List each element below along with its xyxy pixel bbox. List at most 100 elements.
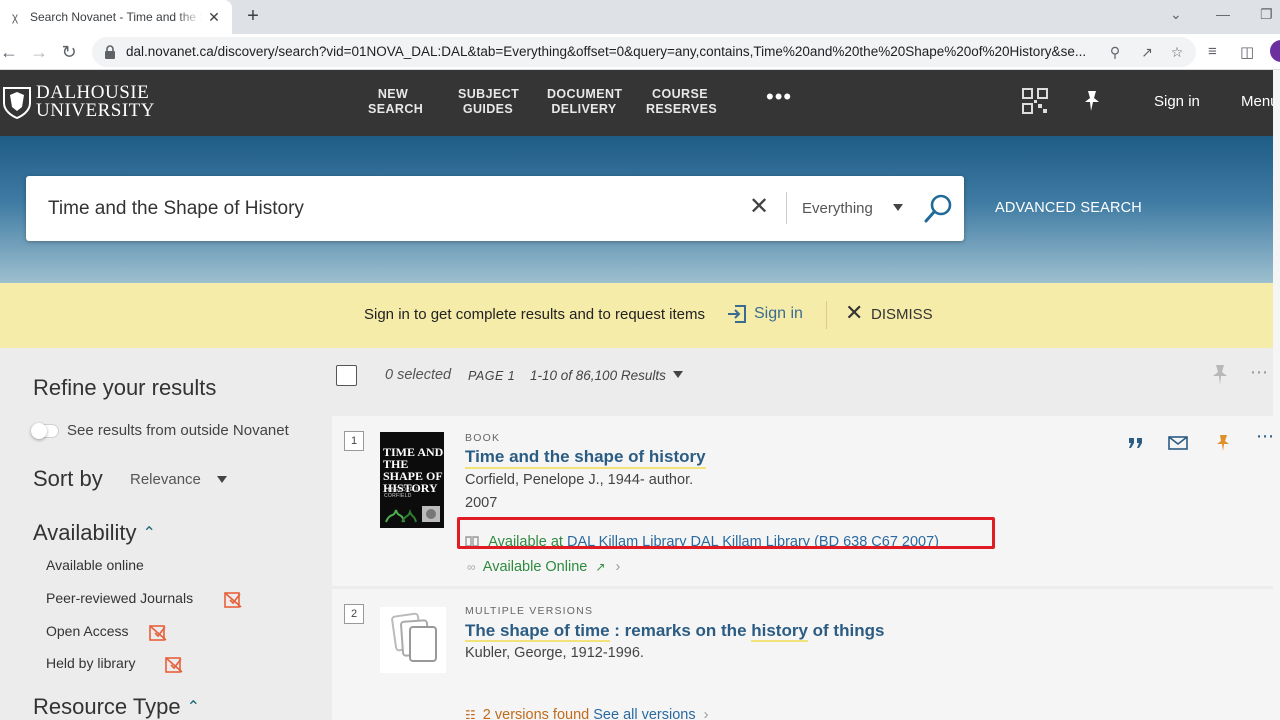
address-bar[interactable]: dal.novanet.ca/discovery/search?vid=01NO…	[92, 37, 1196, 67]
exclude-facet-icon[interactable]	[149, 623, 167, 641]
pin-record-icon[interactable]	[1213, 434, 1233, 452]
resource-type-heading[interactable]: Resource Type ⌃	[33, 694, 200, 720]
browser-tab-strip: χ Search Novanet - Time and the Shape of…	[0, 0, 1280, 34]
title-highlight: history	[751, 621, 808, 642]
select-all-checkbox[interactable]	[336, 365, 357, 386]
results-count-dropdown-icon[interactable]	[673, 371, 683, 378]
search-input[interactable]	[48, 194, 738, 224]
result-card: 1 TIME AND THE SHAPE OF HISTORY PENELOPE…	[332, 416, 1280, 586]
back-icon[interactable]: ←	[0, 41, 20, 63]
see-all-versions-link[interactable]: See all versions	[593, 707, 695, 720]
result-type: BOOK	[465, 432, 501, 444]
restore-icon[interactable]: ❐	[1260, 6, 1273, 23]
search-icon[interactable]	[923, 193, 953, 225]
advanced-search-link[interactable]: ADVANCED SEARCH	[995, 200, 1142, 216]
banner-dismiss-button[interactable]: DISMISS	[871, 306, 933, 323]
link-icon: ∞	[467, 560, 476, 574]
page-indicator: PAGE 1	[468, 369, 516, 383]
results-more-icon[interactable]: ⋯	[1250, 362, 1268, 383]
qr-code-icon[interactable]	[1022, 88, 1048, 114]
citation-icon[interactable]	[1126, 434, 1146, 452]
record-more-icon[interactable]: ⋯	[1256, 426, 1274, 447]
result-card: 2 MULTIPLE VERSIONS The shape of time : …	[332, 589, 1280, 720]
toggle-knob[interactable]	[31, 423, 47, 439]
versions-found: 2 versions found	[482, 707, 590, 720]
side-panel-icon[interactable]: ◫	[1240, 43, 1254, 61]
url-text: dal.novanet.ca/discovery/search?vid=01NO…	[126, 44, 1086, 59]
title-text: of things	[807, 621, 885, 640]
facet-peer-reviewed[interactable]: Peer-reviewed Journals	[46, 590, 193, 606]
cover-art-icon	[385, 506, 440, 523]
available-online-link[interactable]: ∞ Available Online ↗ ›	[467, 559, 620, 575]
book-cover[interactable]: TIME AND THE SHAPE OF HISTORY PENELOPE J…	[380, 432, 444, 528]
versions-icon: ☷	[465, 708, 476, 720]
facet-open-access[interactable]: Open Access	[46, 623, 129, 639]
reload-icon[interactable]: ↻	[58, 41, 80, 63]
novanet-favicon-icon: χ	[11, 10, 19, 24]
sort-by-label: Sort by	[33, 466, 103, 491]
nav-course-reserves[interactable]: COURSE RESERVES	[646, 87, 718, 117]
selected-count: 0 selected	[385, 367, 452, 383]
page-scrollbar[interactable]	[1273, 70, 1280, 720]
result-title-link[interactable]: The shape of time : remarks on the histo…	[465, 621, 885, 642]
exclude-facet-icon[interactable]	[165, 655, 183, 673]
tab-search-icon[interactable]: ⌄	[1170, 6, 1182, 23]
result-creator: Kubler, George, 1912-1996.	[465, 645, 644, 661]
more-menu-icon[interactable]: •••	[766, 86, 792, 108]
zoom-icon[interactable]: ⚲	[1106, 43, 1124, 61]
nav-subject-guides-line2: GUIDES	[462, 102, 514, 116]
outside-results-label[interactable]: See results from outside Novanet	[67, 422, 289, 439]
new-tab-icon[interactable]: +	[242, 5, 264, 27]
result-title-link[interactable]: Time and the shape of history	[465, 447, 706, 469]
facet-available-online[interactable]: Available online	[46, 557, 144, 573]
logo-text: DALHOUSIE UNIVERSITY	[36, 83, 155, 121]
email-icon[interactable]	[1168, 434, 1188, 452]
multiple-versions-icon[interactable]	[378, 605, 448, 675]
result-year: 2007	[465, 495, 498, 511]
header-sign-in[interactable]: Sign in	[1154, 93, 1200, 110]
minimize-icon[interactable]: —	[1216, 6, 1230, 22]
availability-heading[interactable]: Availability ⌃	[33, 520, 156, 546]
scope-dropdown-icon[interactable]	[893, 204, 903, 211]
nav-subject-guides[interactable]: SUBJECT GUIDES	[458, 87, 519, 117]
banner-message: Sign in to get complete results and to r…	[364, 306, 706, 323]
book-icon	[465, 536, 479, 547]
bookmark-star-icon[interactable]: ☆	[1168, 43, 1186, 61]
search-scope-select[interactable]: Everything	[802, 200, 873, 217]
external-link-icon: ↗	[595, 560, 606, 574]
banner-separator	[826, 301, 827, 329]
nav-new-search[interactable]: NEW SEARCH	[368, 87, 423, 117]
forward-icon[interactable]: →	[28, 41, 50, 63]
sign-in-icon[interactable]	[726, 303, 748, 325]
tab-close-icon[interactable]: ✕	[206, 9, 222, 25]
browser-tab[interactable]: χ Search Novanet - Time and the Shape of…	[0, 0, 232, 34]
pin-icon[interactable]	[1082, 90, 1102, 112]
clear-search-icon[interactable]: ✕	[748, 195, 770, 219]
chevron-up-icon: ⌃	[142, 525, 156, 542]
results-count[interactable]: 1-10 of 86,100 Results	[530, 368, 666, 383]
nav-course-reserves-line2: RESERVES	[646, 102, 718, 116]
sort-dropdown-icon[interactable]	[217, 476, 227, 483]
reading-list-icon[interactable]: ≡	[1208, 43, 1217, 60]
dalhousie-logo[interactable]: DALHOUSIE UNIVERSITY	[2, 83, 155, 121]
sort-by-select[interactable]: Relevance	[130, 471, 201, 488]
share-icon[interactable]: ↗	[1138, 43, 1156, 61]
nav-document-delivery-line1: DOCUMENT	[547, 87, 623, 101]
available-online-text: Available Online	[482, 559, 588, 575]
pin-results-icon[interactable]	[1212, 364, 1228, 386]
outside-results-toggle[interactable]	[31, 423, 59, 439]
search-box: ✕ Everything	[26, 176, 964, 241]
facet-held-by-library[interactable]: Held by library	[46, 655, 135, 671]
exclude-facet-icon[interactable]	[224, 590, 242, 608]
banner-sign-in-link[interactable]: Sign in	[754, 305, 803, 323]
versions-line[interactable]: ☷ 2 versions found See all versions ›	[465, 707, 708, 720]
availability-location: DAL Killam Library DAL Killam Library (B…	[566, 534, 940, 550]
availability-line[interactable]: Available at DAL Killam Library DAL Kill…	[465, 534, 939, 550]
logo-line-2: UNIVERSITY	[36, 100, 155, 121]
facets-panel: Refine your results See results from out…	[0, 348, 330, 720]
dismiss-icon[interactable]: ✕	[845, 302, 863, 324]
chevron-up-icon: ⌃	[186, 699, 200, 716]
lock-icon	[105, 45, 115, 59]
sign-in-banner: Sign in to get complete results and to r…	[0, 283, 1280, 348]
nav-document-delivery[interactable]: DOCUMENT DELIVERY	[547, 87, 623, 117]
